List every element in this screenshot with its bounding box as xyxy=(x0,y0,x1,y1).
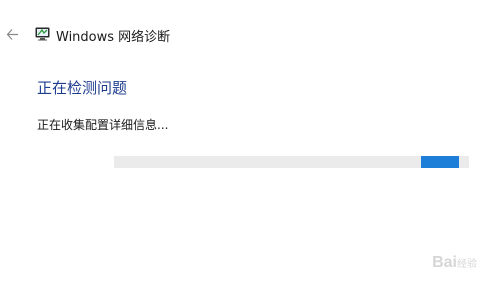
back-button[interactable] xyxy=(4,26,20,42)
back-arrow-icon xyxy=(6,28,18,40)
page-heading: 正在检测问题 xyxy=(37,79,128,97)
progress-bar-fill xyxy=(421,156,459,168)
watermark-suffix: 经验 xyxy=(457,259,477,270)
network-diagnostics-icon xyxy=(35,27,50,41)
status-text: 正在收集配置详细信息... xyxy=(37,118,169,132)
watermark-text: Bai xyxy=(432,254,457,271)
network-diagnostics-window: Windows 网络诊断 正在检测问题 正在收集配置详细信息... Bai经验 xyxy=(0,0,497,294)
watermark: Bai经验 xyxy=(432,254,477,272)
progress-bar xyxy=(114,156,469,168)
window-title: Windows 网络诊断 xyxy=(56,30,171,45)
